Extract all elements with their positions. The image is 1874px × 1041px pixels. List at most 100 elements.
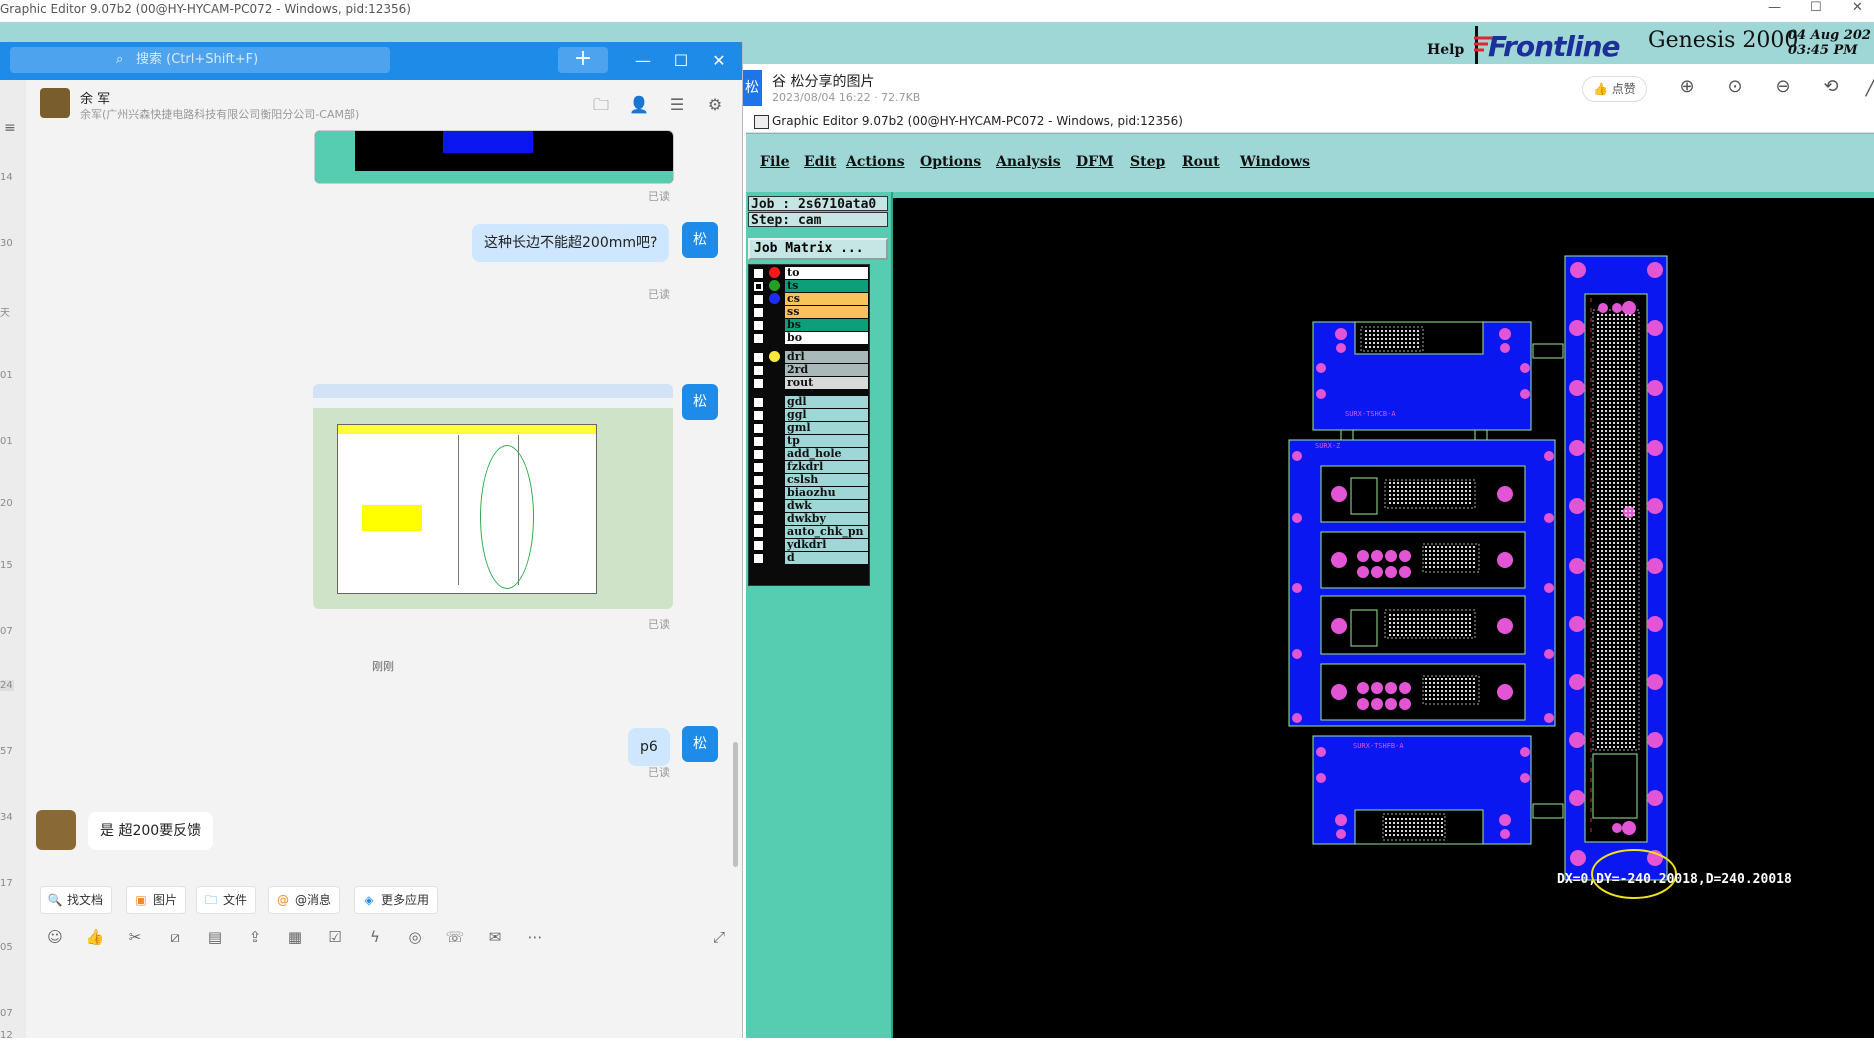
- menu-dfm[interactable]: DFM: [1076, 154, 1114, 170]
- image-message[interactable]: [314, 130, 674, 184]
- layer-row-ss[interactable]: ss: [751, 306, 868, 319]
- layer-row-gml[interactable]: gml: [751, 422, 868, 435]
- my-avatar[interactable]: 松: [682, 384, 718, 420]
- layer-checkbox[interactable]: [753, 268, 764, 279]
- phone-icon[interactable]: ☏: [444, 926, 466, 948]
- layer-name[interactable]: to: [785, 267, 868, 279]
- more-icon[interactable]: ⋯: [524, 926, 546, 948]
- layer-name[interactable]: ss: [785, 306, 868, 318]
- menu-analysis[interactable]: Analysis: [996, 154, 1061, 170]
- layer-checkbox[interactable]: [753, 423, 764, 434]
- layer-checkbox[interactable]: [753, 320, 764, 331]
- layer-checkbox[interactable]: [753, 307, 764, 318]
- layer-name[interactable]: dwkby: [785, 513, 868, 525]
- slash-icon[interactable]: ⧄: [164, 926, 186, 948]
- calendar-icon[interactable]: ▦: [284, 926, 306, 948]
- layer-row-ydkdrl[interactable]: ydkdrl: [751, 539, 868, 552]
- layer-color-dot[interactable]: [769, 267, 780, 278]
- layer-checkbox[interactable]: [753, 281, 764, 292]
- like-icon[interactable]: 👍: [84, 926, 106, 948]
- like-button[interactable]: 👍 点赞: [1582, 76, 1647, 102]
- job-matrix-button[interactable]: Job Matrix ...: [748, 238, 888, 260]
- more-icon[interactable]: ╱: [1858, 74, 1874, 100]
- task-icon[interactable]: ☑: [324, 926, 346, 948]
- layer-name[interactable]: ts: [785, 280, 868, 292]
- bg-close-button[interactable]: ✕: [1852, 0, 1863, 15]
- find-doc-button[interactable]: 🔍 找文档: [40, 886, 113, 914]
- layer-checkbox[interactable]: [753, 462, 764, 473]
- layer-row-gdl[interactable]: gdl: [751, 396, 868, 409]
- menu-rout[interactable]: Rout: [1182, 154, 1220, 170]
- layer-checkbox[interactable]: [753, 294, 764, 305]
- layer-checkbox[interactable]: [753, 378, 764, 389]
- zoom-in-icon[interactable]: ⊕: [1674, 74, 1700, 100]
- at-message-button[interactable]: @ @消息: [268, 886, 341, 914]
- layer-name[interactable]: 2rd: [785, 364, 868, 376]
- lightning-icon[interactable]: ϟ: [364, 926, 386, 948]
- layer-checkbox[interactable]: [753, 488, 764, 499]
- image-message[interactable]: [313, 384, 673, 609]
- layer-name[interactable]: cs: [785, 293, 868, 305]
- close-button[interactable]: ✕: [706, 48, 732, 74]
- layer-color-dot[interactable]: [769, 280, 780, 291]
- bg-maximize-button[interactable]: ☐: [1810, 0, 1822, 15]
- contact-avatar[interactable]: [36, 810, 76, 850]
- message-bubble[interactable]: 这种长边不能超200mm吧?: [472, 224, 670, 262]
- menu-options[interactable]: Options: [920, 154, 981, 170]
- note-icon[interactable]: ▤: [204, 926, 226, 948]
- search-history-icon[interactable]: ☰: [666, 94, 688, 116]
- scrollbar[interactable]: [733, 742, 738, 867]
- layer-checkbox[interactable]: [753, 475, 764, 486]
- layer-name[interactable]: bs: [785, 319, 868, 331]
- layer-name[interactable]: dwk: [785, 500, 868, 512]
- mail-icon[interactable]: ✉: [484, 926, 506, 948]
- pcb-canvas[interactable]: SURX-TSHCB-A SURX-Z SURX-TSHFB-A DX=0,DY…: [893, 198, 1874, 1038]
- layer-name[interactable]: auto_chk_pn: [785, 526, 868, 538]
- layer-name[interactable]: fzkdrl: [785, 461, 868, 473]
- more-apps-button[interactable]: ◈ 更多应用: [354, 886, 439, 914]
- layer-name[interactable]: drl: [785, 351, 868, 363]
- actual-size-icon[interactable]: ⊙: [1722, 74, 1748, 100]
- layer-name[interactable]: gdl: [785, 396, 868, 408]
- my-avatar[interactable]: 松: [682, 726, 718, 762]
- layer-checkbox[interactable]: [753, 527, 764, 538]
- menu-edit[interactable]: Edit: [804, 154, 836, 170]
- help-menu[interactable]: Help: [1427, 42, 1464, 58]
- minimize-button[interactable]: —: [630, 48, 656, 74]
- menu-icon[interactable]: ≡: [4, 120, 16, 136]
- layer-name[interactable]: biaozhu: [785, 487, 868, 499]
- layer-row-bo[interactable]: bo: [751, 332, 868, 345]
- layer-row-ts[interactable]: ts: [751, 280, 868, 293]
- my-avatar[interactable]: 松: [682, 222, 718, 258]
- layer-row-bs[interactable]: bs: [751, 319, 868, 332]
- add-button[interactable]: +: [558, 47, 608, 73]
- layer-row-rout[interactable]: rout: [751, 377, 868, 390]
- layer-checkbox[interactable]: [753, 540, 764, 551]
- layer-name[interactable]: ggl: [785, 409, 868, 421]
- maximize-button[interactable]: ☐: [668, 48, 694, 74]
- menu-file[interactable]: File: [760, 154, 789, 170]
- layer-name[interactable]: d: [785, 552, 868, 564]
- message-bubble[interactable]: 是 超200要反馈: [88, 812, 214, 850]
- file-button[interactable]: 🗀 文件: [196, 886, 257, 914]
- layer-checkbox[interactable]: [753, 333, 764, 344]
- menu-actions[interactable]: Actions: [846, 154, 905, 170]
- message-bubble[interactable]: p6: [628, 728, 670, 766]
- add-member-icon[interactable]: 👤: [628, 94, 650, 116]
- image-button[interactable]: ▣ 图片: [126, 886, 187, 914]
- layer-name[interactable]: add_hole: [785, 448, 868, 460]
- bg-minimize-button[interactable]: —: [1768, 0, 1781, 15]
- layer-checkbox[interactable]: [753, 449, 764, 460]
- layer-name[interactable]: gml: [785, 422, 868, 434]
- scissors-icon[interactable]: ✂: [124, 926, 146, 948]
- layer-checkbox[interactable]: [753, 436, 764, 447]
- rotate-icon[interactable]: ⟲: [1818, 74, 1844, 100]
- layer-row-to[interactable]: to: [751, 267, 868, 280]
- layer-name[interactable]: ydkdrl: [785, 539, 868, 551]
- settings-icon[interactable]: ⚙: [704, 94, 726, 116]
- voice-icon[interactable]: ◎: [404, 926, 426, 948]
- folder-icon[interactable]: 🗀: [590, 94, 612, 116]
- layer-row-drl[interactable]: drl: [751, 351, 868, 364]
- search-input[interactable]: ⌕ 搜索 (Ctrl+Shift+F): [10, 47, 390, 73]
- upload-icon[interactable]: ⇪: [244, 926, 266, 948]
